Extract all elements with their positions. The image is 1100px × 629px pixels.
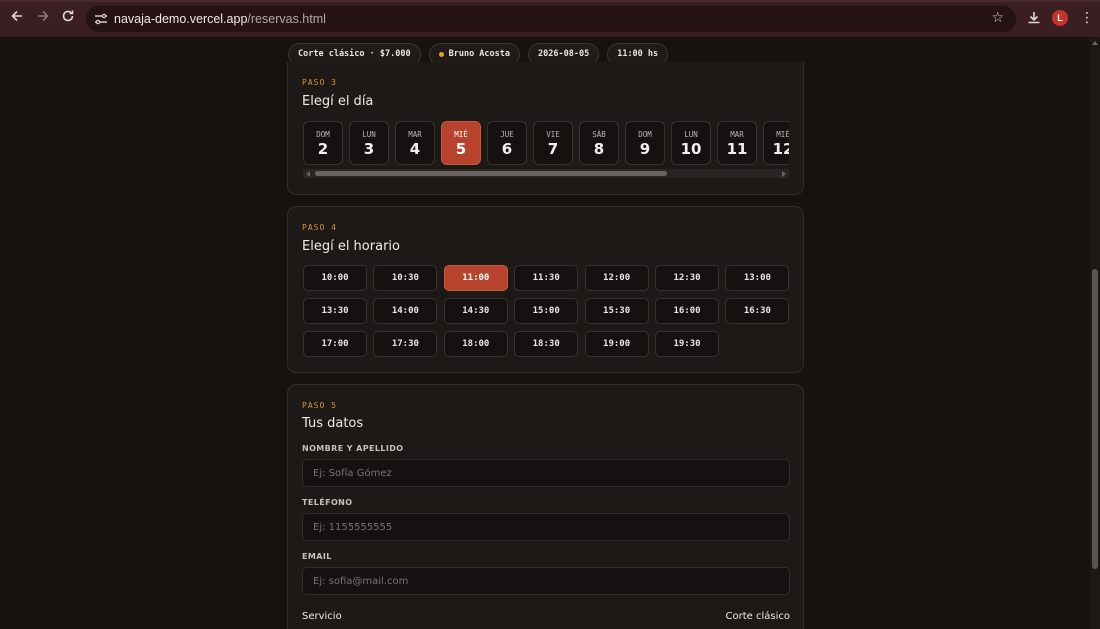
reload-icon bbox=[62, 10, 74, 22]
scrollbar-thumb[interactable] bbox=[315, 171, 667, 176]
day-number: 9 bbox=[639, 140, 651, 158]
day-name: LUN bbox=[684, 130, 698, 139]
page-scrollbar[interactable] bbox=[1090, 37, 1100, 629]
phone-input[interactable] bbox=[302, 513, 790, 541]
step-time-card: PASO 4 Elegí el horario 10:00 10:30 11:00 1… bbox=[287, 206, 804, 373]
time-slot-button[interactable]: 16:00 bbox=[655, 298, 719, 324]
day-number: 2 bbox=[317, 140, 329, 158]
arrow-right-icon bbox=[38, 10, 49, 22]
time-slot-button[interactable]: 11:00 bbox=[443, 265, 508, 291]
email-label: EMAIL bbox=[302, 552, 332, 561]
scroll-right-icon[interactable] bbox=[782, 171, 786, 177]
day-option[interactable]: LUN 3 bbox=[349, 121, 389, 165]
day-option[interactable]: LUN 10 bbox=[671, 121, 711, 165]
day-name: SÁB bbox=[592, 130, 606, 139]
day-number: 10 bbox=[680, 140, 702, 158]
step-title: Elegí el día bbox=[302, 94, 374, 109]
day-name: MIÉ bbox=[454, 130, 468, 139]
day-name: VIE bbox=[546, 130, 560, 139]
day-option[interactable]: MAR 4 bbox=[395, 121, 435, 165]
time-slot-button[interactable]: 19:00 bbox=[584, 331, 649, 357]
day-number: 6 bbox=[501, 140, 513, 158]
time-slot-button[interactable]: 13:30 bbox=[303, 298, 367, 324]
site-settings-icon[interactable] bbox=[94, 12, 108, 26]
url-path: /reservas.html bbox=[247, 12, 326, 26]
day-number: 7 bbox=[547, 140, 559, 158]
page-viewport: Corte clásico · $7.000 Bruno Acosta 2026… bbox=[0, 37, 1090, 629]
day-option[interactable]: MIÉ 5 bbox=[441, 121, 481, 165]
scroll-left-icon[interactable] bbox=[306, 171, 310, 177]
barber-dot-icon bbox=[438, 52, 444, 57]
back-button[interactable] bbox=[8, 9, 26, 27]
day-option[interactable]: DOM 2 bbox=[303, 121, 343, 165]
reload-button[interactable] bbox=[59, 9, 77, 27]
day-option[interactable]: JUE 6 bbox=[487, 121, 527, 165]
address-bar[interactable]: navaja-demo.vercel.app/reservas.html ☆ bbox=[86, 6, 1016, 32]
day-option[interactable]: VIE 7 bbox=[533, 121, 573, 165]
time-slot-button[interactable]: 16:30 bbox=[725, 298, 790, 324]
time-slot-button[interactable]: 10:00 bbox=[303, 265, 367, 291]
time-slot-button[interactable]: 14:00 bbox=[373, 298, 438, 324]
kebab-menu-icon[interactable]: ⋮ bbox=[1080, 8, 1094, 28]
step-title: Tus datos bbox=[302, 416, 364, 431]
time-slot-button[interactable]: 18:00 bbox=[443, 331, 508, 357]
time-slot-button[interactable]: 19:30 bbox=[655, 331, 719, 357]
scroll-up-icon[interactable] bbox=[1092, 41, 1098, 45]
summary-service-label: Servicio bbox=[302, 611, 342, 622]
step-day-card: PASO 3 Elegí el día DOM 2 LUN 3 MAR 4 MIÉ 5 JUE 6… bbox=[287, 62, 804, 195]
time-slot-button[interactable]: 15:30 bbox=[584, 298, 649, 324]
time-slot-button[interactable]: 10:30 bbox=[373, 265, 438, 291]
forward-button[interactable] bbox=[34, 9, 52, 27]
step-label: PASO 5 bbox=[302, 401, 337, 410]
phone-label: TELÉFONO bbox=[302, 498, 353, 507]
arrow-left-icon bbox=[11, 10, 22, 22]
day-name: MIÉ bbox=[776, 130, 789, 139]
time-slot-button[interactable]: 15:00 bbox=[514, 298, 579, 324]
time-slot-button[interactable]: 12:00 bbox=[584, 265, 649, 291]
day-name: JUE bbox=[500, 130, 514, 139]
day-name: LUN bbox=[362, 130, 376, 139]
time-slot-button[interactable]: 17:30 bbox=[373, 331, 438, 357]
time-slot-button[interactable]: 18:30 bbox=[514, 331, 579, 357]
day-name: DOM bbox=[638, 130, 652, 139]
day-number: 11 bbox=[726, 140, 748, 158]
time-slot-button[interactable]: 17:00 bbox=[303, 331, 367, 357]
summary-service-value: Corte clásico bbox=[725, 611, 790, 622]
day-number: 5 bbox=[455, 140, 467, 158]
day-name: DOM bbox=[316, 130, 330, 139]
time-slot-button[interactable]: 14:30 bbox=[443, 298, 508, 324]
name-input[interactable] bbox=[302, 459, 790, 487]
url-text: navaja-demo.vercel.app/reservas.html bbox=[114, 6, 326, 32]
profile-avatar[interactable]: L bbox=[1052, 10, 1068, 26]
step-details-card: PASO 5 Tus datos NOMBRE Y APELLIDO TELÉF… bbox=[287, 384, 804, 629]
browser-toolbar: navaja-demo.vercel.app/reservas.html ☆ L… bbox=[0, 0, 1100, 37]
bookmark-star-icon[interactable]: ☆ bbox=[991, 10, 1004, 26]
tab-strip-edge bbox=[0, 0, 1100, 2]
step-label: PASO 4 bbox=[302, 223, 337, 232]
day-option[interactable]: SÁB 8 bbox=[579, 121, 619, 165]
day-number: 12 bbox=[772, 140, 789, 158]
day-option[interactable]: MAR 11 bbox=[717, 121, 757, 165]
summary-service-row: Servicio Corte clásico bbox=[302, 611, 790, 622]
step-title: Elegí el horario bbox=[302, 239, 400, 254]
day-number: 3 bbox=[363, 140, 375, 158]
name-label: NOMBRE Y APELLIDO bbox=[302, 444, 404, 453]
download-icon[interactable] bbox=[1026, 10, 1042, 26]
day-name: MAR bbox=[730, 130, 744, 139]
day-name: MAR bbox=[408, 130, 422, 139]
day-option[interactable]: MIÉ 12 bbox=[763, 121, 789, 165]
email-input[interactable] bbox=[302, 567, 790, 595]
day-number: 4 bbox=[409, 140, 421, 158]
time-slot-button[interactable]: 11:30 bbox=[514, 265, 579, 291]
day-option[interactable]: DOM 9 bbox=[625, 121, 665, 165]
day-number: 8 bbox=[593, 140, 605, 158]
time-slot-button[interactable]: 13:00 bbox=[725, 265, 790, 291]
url-host: navaja-demo.vercel.app bbox=[114, 12, 248, 26]
day-picker-scrollbar[interactable] bbox=[303, 169, 789, 178]
page-scrollbar-thumb[interactable] bbox=[1092, 269, 1098, 569]
time-slot-button[interactable]: 12:30 bbox=[655, 265, 719, 291]
step-label: PASO 3 bbox=[302, 78, 337, 87]
day-picker: DOM 2 LUN 3 MAR 4 MIÉ 5 JUE 6 VIE 7 SÁB 8 DOM 9 LUN 10 MAR… bbox=[303, 121, 789, 167]
